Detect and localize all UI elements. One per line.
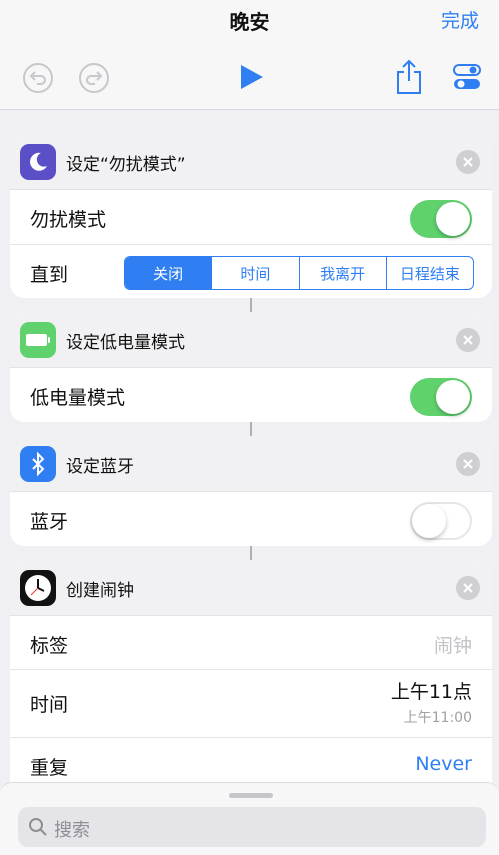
battery-icon bbox=[20, 322, 56, 358]
row-label: 直到 bbox=[30, 264, 69, 286]
alarm-action-card: 创建闹钟 标签 闹钟 时间 上午11点 上午11:00 重复 Never bbox=[10, 560, 492, 800]
search-icon bbox=[29, 818, 47, 836]
dnd-until-row: 直到 关闭 时间 我离开 日程结束 bbox=[10, 245, 492, 298]
alarm-time-value[interactable]: 上午11点 bbox=[391, 677, 472, 704]
flow-connector bbox=[250, 422, 252, 436]
action-search-sheet: 搜索 bbox=[0, 782, 499, 855]
sheet-grabber[interactable] bbox=[229, 793, 273, 798]
bluetooth-action-card: 设定蓝牙 蓝牙 bbox=[10, 436, 492, 546]
redo-button[interactable] bbox=[78, 62, 110, 94]
run-button[interactable] bbox=[236, 62, 266, 92]
card-title: 设定蓝牙 bbox=[66, 457, 134, 477]
navigation-bar: 晚安 完成 bbox=[0, 0, 499, 110]
card-header: 创建闹钟 bbox=[10, 560, 492, 616]
card-title: 设定低电量模式 bbox=[66, 333, 185, 353]
settings-button[interactable] bbox=[452, 62, 482, 92]
dnd-toggle-row: 勿扰模式 bbox=[10, 190, 492, 245]
close-icon[interactable] bbox=[456, 328, 480, 352]
moon-icon bbox=[20, 144, 56, 180]
dnd-action-card: 设定“勿扰模式” 勿扰模式 直到 关闭 时间 我离开 日程结束 bbox=[10, 134, 492, 298]
bluetooth-icon bbox=[20, 446, 56, 482]
card-header: 设定低电量模式 bbox=[10, 312, 492, 368]
until-segmented-control: 关闭 时间 我离开 日程结束 bbox=[124, 256, 474, 290]
row-label: 标签 bbox=[30, 635, 69, 657]
segment-time[interactable]: 时间 bbox=[211, 257, 298, 289]
flow-connector bbox=[250, 298, 252, 312]
undo-icon bbox=[23, 63, 53, 93]
done-button[interactable]: 完成 bbox=[441, 6, 479, 33]
clock-icon bbox=[20, 570, 56, 606]
close-icon[interactable] bbox=[456, 150, 480, 174]
dnd-toggle[interactable] bbox=[410, 200, 472, 238]
row-label: 时间 bbox=[30, 694, 69, 716]
flow-connector bbox=[250, 546, 252, 560]
card-title: 创建闹钟 bbox=[66, 581, 134, 601]
settings-toggle-icon bbox=[453, 64, 481, 89]
play-icon bbox=[241, 65, 263, 89]
search-placeholder: 搜索 bbox=[54, 820, 90, 841]
card-header: 设定蓝牙 bbox=[10, 436, 492, 492]
segment-leave[interactable]: 我离开 bbox=[298, 257, 386, 289]
low-power-toggle-row: 低电量模式 bbox=[10, 368, 492, 422]
alarm-time-row[interactable]: 时间 上午11点 上午11:00 bbox=[10, 670, 492, 738]
segment-event-end[interactable]: 日程结束 bbox=[385, 257, 473, 289]
bluetooth-toggle[interactable] bbox=[410, 502, 472, 540]
redo-icon bbox=[79, 63, 109, 93]
row-label: 重复 bbox=[30, 757, 69, 779]
card-header: 设定“勿扰模式” bbox=[10, 134, 492, 190]
row-label: 勿扰模式 bbox=[30, 209, 107, 231]
alarm-repeat-value[interactable]: Never bbox=[415, 753, 472, 775]
low-power-toggle[interactable] bbox=[410, 378, 472, 416]
row-label: 蓝牙 bbox=[30, 511, 69, 533]
low-power-action-card: 设定低电量模式 低电量模式 bbox=[10, 312, 492, 422]
segment-off[interactable]: 关闭 bbox=[125, 257, 212, 289]
row-label: 低电量模式 bbox=[30, 387, 126, 409]
alarm-label-field[interactable]: 闹钟 bbox=[434, 631, 472, 658]
close-icon[interactable] bbox=[456, 452, 480, 476]
page-title: 晚安 bbox=[229, 10, 270, 34]
share-icon bbox=[397, 59, 421, 94]
undo-button[interactable] bbox=[22, 62, 54, 94]
bluetooth-toggle-row: 蓝牙 bbox=[10, 492, 492, 546]
share-button[interactable] bbox=[394, 58, 424, 96]
close-icon[interactable] bbox=[456, 576, 480, 600]
card-title: 设定“勿扰模式” bbox=[66, 155, 186, 175]
alarm-time-subvalue: 上午11:00 bbox=[403, 710, 472, 726]
alarm-label-row[interactable]: 标签 闹钟 bbox=[10, 616, 492, 670]
search-field[interactable]: 搜索 bbox=[18, 807, 486, 847]
